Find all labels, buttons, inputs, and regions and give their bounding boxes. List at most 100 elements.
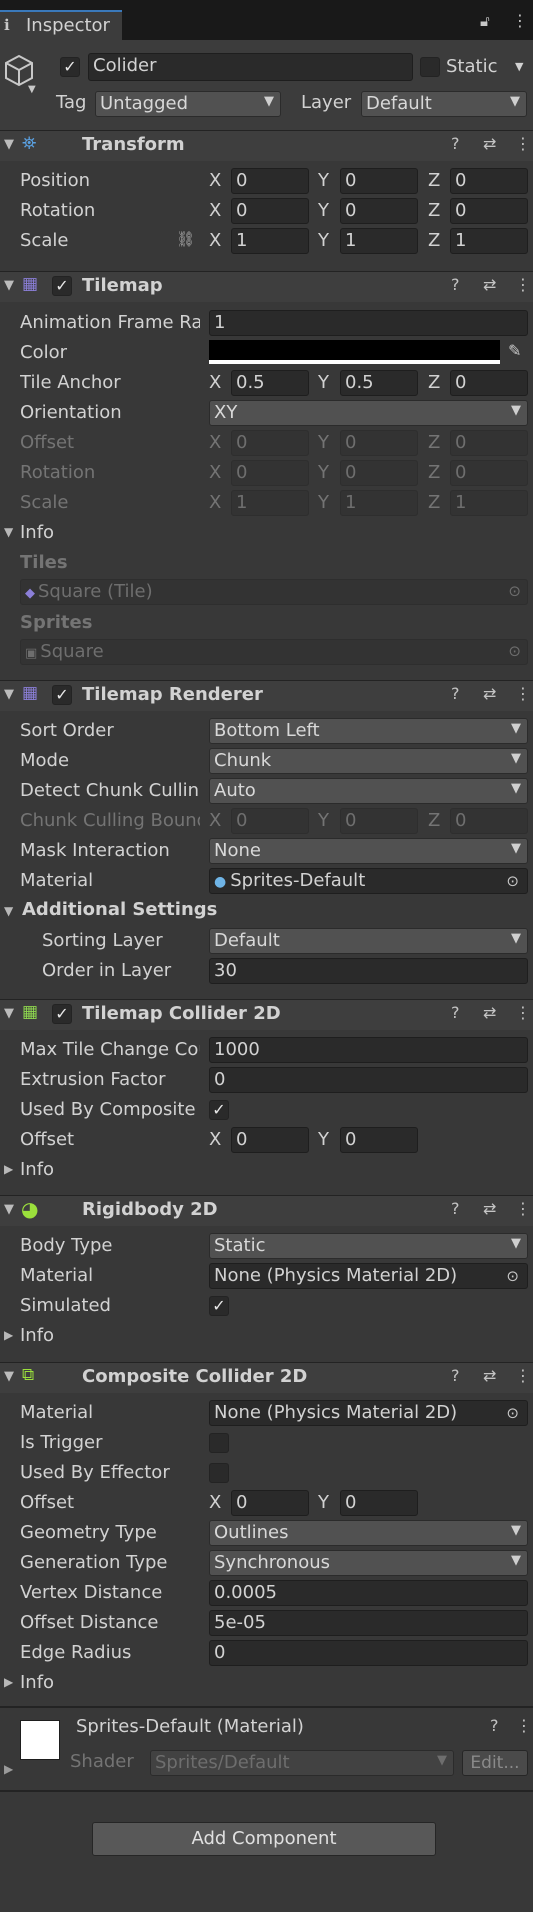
preset-icon[interactable]: ⇄: [483, 1003, 496, 1022]
vertex-distance-field[interactable]: 0.0005: [209, 1580, 528, 1606]
foldout-arrow-icon[interactable]: ▼: [4, 1006, 14, 1021]
collider-enabled-checkbox[interactable]: ✓: [52, 1004, 72, 1024]
object-picker-icon[interactable]: ⊙: [506, 872, 519, 890]
composite-offset-y-field[interactable]: 0: [340, 1490, 418, 1516]
mode-dropdown[interactable]: Chunk ▼: [209, 748, 528, 774]
component-menu-icon[interactable]: ⋮: [515, 275, 531, 294]
preset-icon[interactable]: ⇄: [483, 1366, 496, 1385]
transform-header[interactable]: ▼ ⛯ Transform ? ⇄ ⋮: [0, 130, 533, 161]
help-icon[interactable]: ?: [451, 134, 460, 153]
tilemap-enabled-checkbox[interactable]: ✓: [52, 276, 72, 296]
static-checkbox[interactable]: [420, 57, 440, 77]
composite-material-field[interactable]: None (Physics Material 2D) ⊙: [209, 1400, 528, 1426]
component-menu-icon[interactable]: ⋮: [516, 1716, 532, 1735]
position-y-field[interactable]: 0: [340, 168, 418, 194]
rigidbody-header[interactable]: ▼ ◕ Rigidbody 2D ? ⇄ ⋮: [0, 1195, 533, 1226]
lock-icon[interactable]: 🔓︎: [480, 12, 490, 30]
tilemap-header[interactable]: ▼ ▦ ✓ Tilemap ? ⇄ ⋮: [0, 271, 533, 302]
object-name-field[interactable]: Colider: [88, 53, 413, 81]
foldout-arrow-icon[interactable]: ▼: [4, 525, 13, 539]
used-by-composite-checkbox[interactable]: ✓: [209, 1100, 229, 1120]
position-x-field[interactable]: 0: [231, 168, 309, 194]
max-tile-change-field[interactable]: 1000: [209, 1037, 528, 1063]
tab-inspector[interactable]: ℹ Inspector: [0, 10, 122, 40]
sort-order-dropdown[interactable]: Bottom Left ▼: [209, 718, 528, 744]
offset-distance-field[interactable]: 5e-05: [209, 1610, 528, 1636]
extrusion-factor-field[interactable]: 0: [209, 1067, 528, 1093]
animation-frame-rate-field[interactable]: 1: [209, 310, 528, 336]
is-trigger-checkbox[interactable]: [209, 1433, 229, 1453]
order-in-layer-field[interactable]: 30: [209, 958, 528, 984]
additional-settings-foldout[interactable]: Additional Settings: [22, 899, 217, 920]
composite-offset-x-field[interactable]: 0: [231, 1490, 309, 1516]
used-by-effector-checkbox[interactable]: [209, 1463, 229, 1483]
foldout-arrow-icon[interactable]: ▶: [4, 1762, 13, 1776]
foldout-arrow-icon[interactable]: ▼: [4, 1369, 14, 1384]
object-picker-icon[interactable]: ⊙: [506, 1404, 519, 1422]
static-dropdown-arrow[interactable]: ▼: [515, 60, 523, 73]
edit-shader-button[interactable]: Edit...: [462, 1750, 528, 1776]
component-menu-icon[interactable]: ⋮: [515, 1003, 531, 1022]
composite-collider-header[interactable]: ▼ ⧉ Composite Collider 2D ? ⇄ ⋮: [0, 1362, 533, 1393]
info-foldout-label[interactable]: Info: [20, 1159, 54, 1180]
preset-icon[interactable]: ⇄: [483, 275, 496, 294]
scale-z-field[interactable]: 1: [450, 228, 528, 254]
renderer-material-field[interactable]: ● Sprites-Default ⊙: [209, 868, 528, 894]
icon-dropdown-arrow[interactable]: ▼: [28, 84, 36, 95]
preset-icon[interactable]: ⇄: [483, 684, 496, 703]
generation-type-dropdown[interactable]: Synchronous ▼: [209, 1550, 528, 1576]
scale-x-field[interactable]: 1: [231, 228, 309, 254]
tile-anchor-x-field[interactable]: 0.5: [231, 370, 309, 396]
rotation-z-field[interactable]: 0: [450, 198, 528, 224]
component-menu-icon[interactable]: ⋮: [515, 1199, 531, 1218]
foldout-arrow-icon[interactable]: ▼: [4, 278, 14, 293]
edge-radius-field[interactable]: 0: [209, 1640, 528, 1666]
foldout-arrow-icon[interactable]: ▼: [4, 904, 13, 918]
tilemap-renderer-header[interactable]: ▼ ▦ ✓ Tilemap Renderer ? ⇄ ⋮: [0, 680, 533, 711]
help-icon[interactable]: ?: [451, 1366, 460, 1385]
rotation-x-field[interactable]: 0: [231, 198, 309, 224]
preset-icon[interactable]: ⇄: [483, 1199, 496, 1218]
constrain-proportions-icon[interactable]: ⛓: [176, 230, 195, 248]
help-icon[interactable]: ?: [451, 1199, 460, 1218]
sorting-layer-dropdown[interactable]: Default ▼: [209, 928, 528, 954]
add-component-button[interactable]: Add Component: [92, 1822, 436, 1856]
orientation-dropdown[interactable]: XY ▼: [209, 400, 528, 426]
info-foldout-label[interactable]: Info: [20, 522, 54, 543]
foldout-arrow-icon[interactable]: ▶: [4, 1162, 13, 1176]
info-foldout-label[interactable]: Info: [20, 1672, 54, 1693]
tag-dropdown[interactable]: Untagged ▼: [95, 91, 281, 117]
tilemap-collider-header[interactable]: ▼ ▦ ✓ Tilemap Collider 2D ? ⇄ ⋮: [0, 999, 533, 1030]
simulated-checkbox[interactable]: ✓: [209, 1296, 229, 1316]
color-swatch-field[interactable]: [209, 340, 500, 364]
info-foldout-label[interactable]: Info: [20, 1325, 54, 1346]
body-type-dropdown[interactable]: Static ▼: [209, 1233, 528, 1259]
rotation-y-field[interactable]: 0: [340, 198, 418, 224]
collider-offset-y-field[interactable]: 0: [340, 1127, 418, 1153]
rigidbody-material-field[interactable]: None (Physics Material 2D) ⊙: [209, 1263, 528, 1289]
active-checkbox[interactable]: ✓: [60, 57, 80, 77]
component-menu-icon[interactable]: ⋮: [515, 1366, 531, 1385]
tile-anchor-y-field[interactable]: 0.5: [340, 370, 418, 396]
preset-icon[interactable]: ⇄: [483, 134, 496, 153]
object-picker-icon[interactable]: ⊙: [506, 1267, 519, 1285]
more-icon[interactable]: ⋮: [512, 11, 528, 30]
foldout-arrow-icon[interactable]: ▼: [4, 687, 14, 702]
geometry-type-dropdown[interactable]: Outlines ▼: [209, 1520, 528, 1546]
help-icon[interactable]: ?: [451, 275, 460, 294]
help-icon[interactable]: ?: [490, 1716, 499, 1735]
renderer-enabled-checkbox[interactable]: ✓: [52, 685, 72, 705]
component-menu-icon[interactable]: ⋮: [515, 684, 531, 703]
help-icon[interactable]: ?: [451, 1003, 460, 1022]
mask-interaction-dropdown[interactable]: None ▼: [209, 838, 528, 864]
foldout-arrow-icon[interactable]: ▼: [4, 137, 14, 152]
help-icon[interactable]: ?: [451, 684, 460, 703]
layer-dropdown[interactable]: Default ▼: [361, 91, 527, 117]
component-menu-icon[interactable]: ⋮: [515, 134, 531, 153]
eyedropper-icon[interactable]: ✎: [508, 341, 521, 360]
detect-chunk-culling-dropdown[interactable]: Auto ▼: [209, 778, 528, 804]
foldout-arrow-icon[interactable]: ▶: [4, 1328, 13, 1342]
tile-anchor-z-field[interactable]: 0: [450, 370, 528, 396]
shader-dropdown[interactable]: Sprites/Default ▼: [150, 1750, 454, 1776]
scale-y-field[interactable]: 1: [340, 228, 418, 254]
